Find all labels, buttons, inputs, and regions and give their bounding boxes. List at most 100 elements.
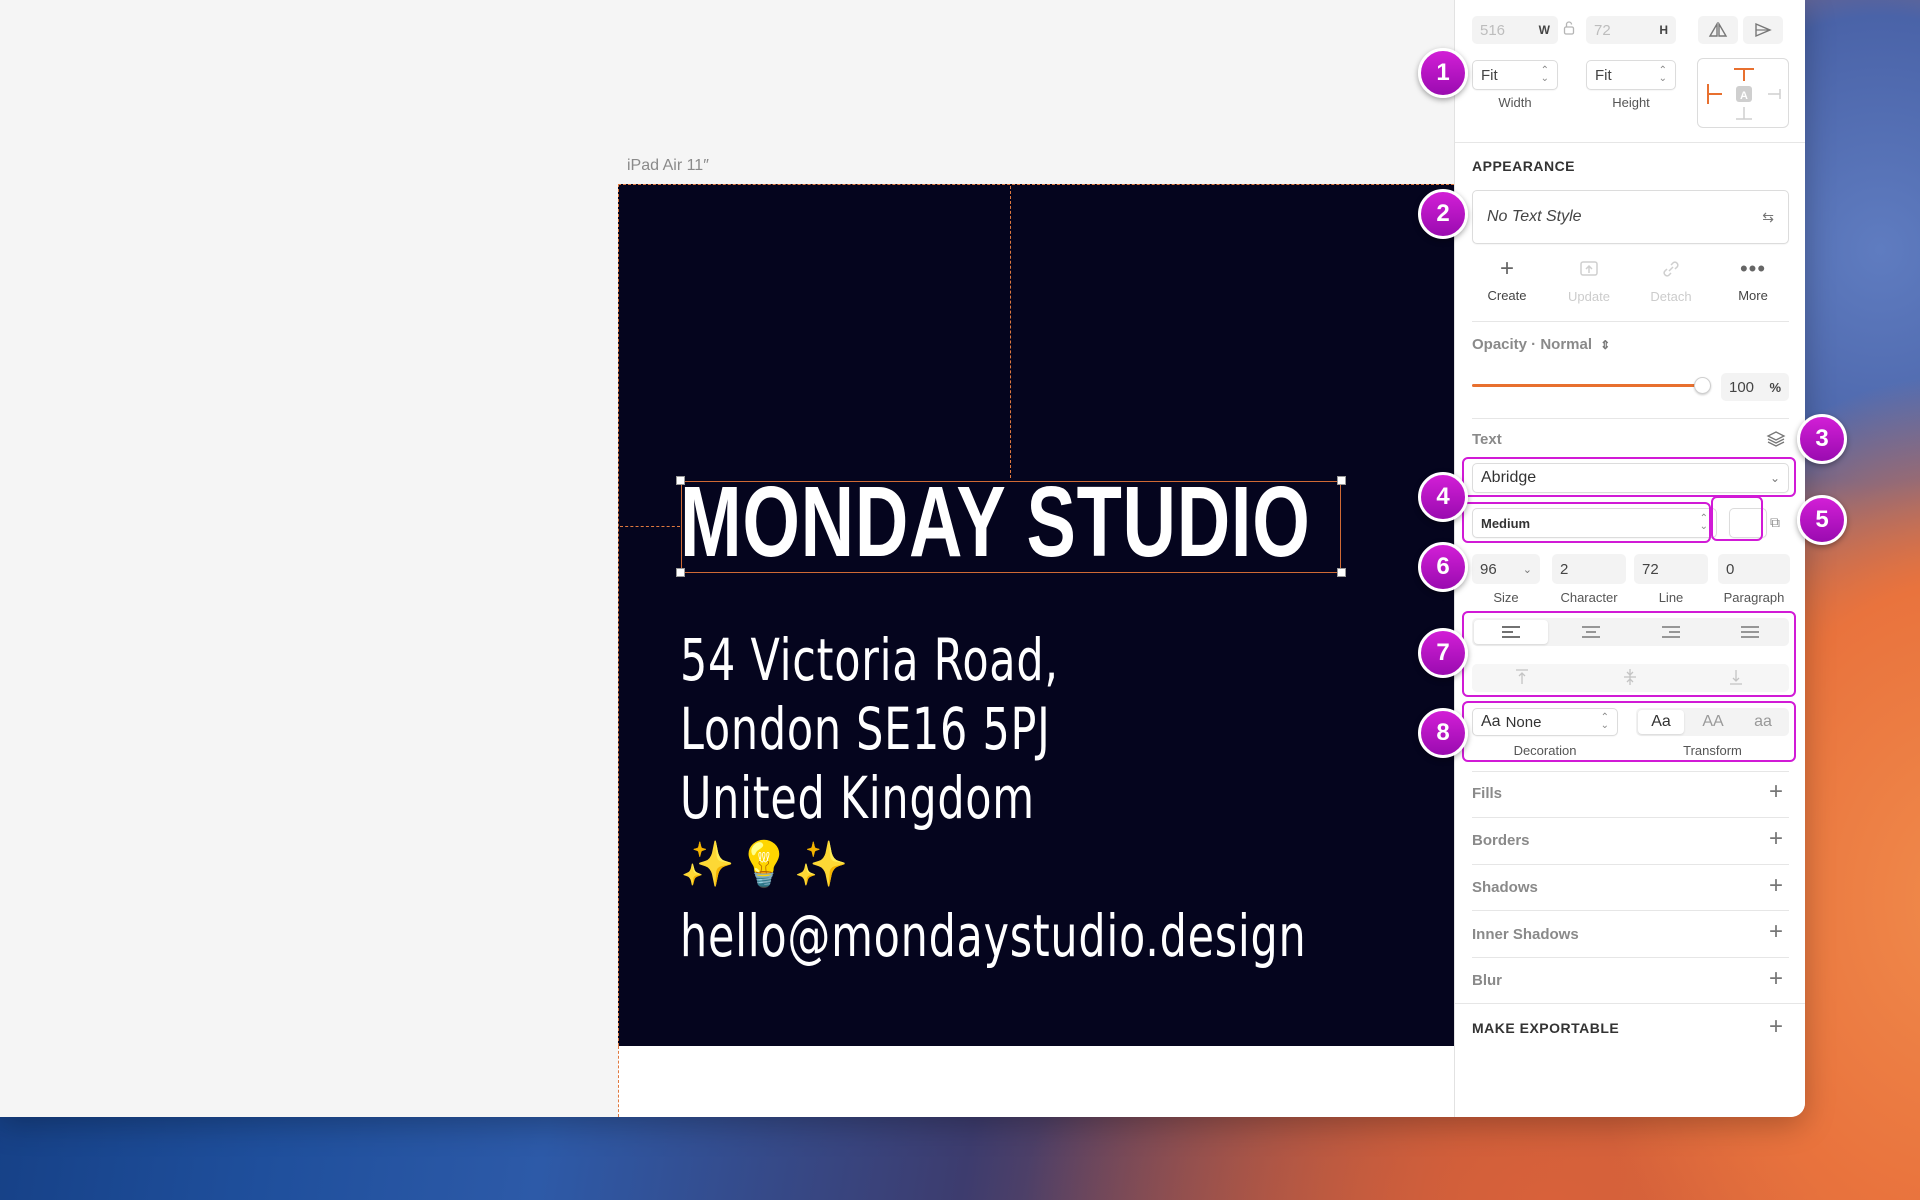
emoji-line[interactable]: ✨💡✨ <box>680 838 850 890</box>
flip-horizontal-icon <box>1708 22 1728 37</box>
resize-handle-top-left[interactable] <box>676 476 685 485</box>
width-resize-select[interactable]: Fit ⌃ ⌄ <box>1472 60 1558 90</box>
create-style-button[interactable]: + Create <box>1472 255 1542 306</box>
width-resize-value: Fit <box>1481 66 1498 84</box>
annotation-badge-1: 1 <box>1418 48 1468 98</box>
annotation-badge-2: 2 <box>1418 189 1468 239</box>
vertical-guide <box>1010 186 1011 478</box>
shadows-title[interactable]: Shadows <box>1472 879 1538 896</box>
flip-horizontal-button[interactable] <box>1698 16 1738 44</box>
add-shadow-icon[interactable]: + <box>1769 874 1783 898</box>
height-resize-value: Fit <box>1595 66 1612 84</box>
character-spacing-value: 2 <box>1560 560 1569 578</box>
add-export-icon[interactable]: + <box>1769 1015 1783 1039</box>
artboard-label[interactable]: iPad Air 11″ <box>627 157 709 175</box>
blur-title[interactable]: Blur <box>1472 972 1502 989</box>
divider <box>1472 864 1789 865</box>
width-label: W <box>1538 23 1550 37</box>
height-resize-select[interactable]: Fit ⌃ ⌄ <box>1586 60 1676 90</box>
flip-vertical-icon <box>1755 22 1772 38</box>
opacity-input[interactable]: 100 % <box>1721 373 1789 401</box>
text-style-select[interactable]: No Text Style ⇆ <box>1472 190 1789 244</box>
artboard-lower-area <box>618 1046 1454 1117</box>
plus-icon: + <box>1499 255 1514 282</box>
highlight-alignment <box>1462 611 1796 697</box>
address-line-1[interactable]: 54 Victoria Road, <box>680 626 1059 694</box>
stepper-icon: ⌃ ⌄ <box>1658 65 1667 84</box>
more-style-button[interactable]: ••• More <box>1718 258 1788 306</box>
inspector-panel: 516 W 72 H Fit ⌃⌄ Width Fit ⌃⌄ Height <box>1454 0 1805 1117</box>
opacity-value: 100 <box>1729 378 1755 396</box>
text-section-title: Text <box>1472 431 1502 448</box>
detach-link-icon <box>1663 261 1679 277</box>
width-value: 516 <box>1480 21 1506 39</box>
highlight-font-weight <box>1462 502 1711 543</box>
character-caption: Character <box>1560 590 1618 605</box>
width-field[interactable]: 516 W <box>1472 16 1558 44</box>
divider <box>1472 910 1789 911</box>
height-caption: Height <box>1612 95 1650 110</box>
divider <box>1455 1003 1805 1004</box>
resize-handle-top-right[interactable] <box>1337 476 1346 485</box>
opacity-label: Opacity · Normal <box>1472 336 1593 353</box>
divider <box>1472 817 1789 818</box>
color-link-icon[interactable]: ⧉ <box>1770 514 1780 531</box>
inner-shadows-title[interactable]: Inner Shadows <box>1472 926 1579 943</box>
fills-title[interactable]: Fills <box>1472 785 1502 802</box>
line-height-input[interactable]: 72 <box>1634 554 1708 584</box>
address-line-2[interactable]: London SE16 5PJ <box>680 695 1051 763</box>
design-canvas[interactable]: iPad Air 11″ MONDAY STUDIO 54 Victoria R… <box>0 0 1454 1117</box>
detach-label: Detach <box>1650 289 1692 304</box>
divider <box>1472 418 1789 419</box>
resize-handle-bottom-left[interactable] <box>676 568 685 577</box>
chevron-down-icon: ⌄ <box>1522 563 1532 576</box>
opacity-slider-knob[interactable] <box>1694 377 1711 394</box>
selection-box <box>681 481 1341 573</box>
resize-handle-bottom-right[interactable] <box>1337 568 1346 577</box>
add-fill-icon[interactable]: + <box>1769 780 1783 804</box>
pin-constraints-widget[interactable]: A <box>1697 58 1789 128</box>
svg-text:A: A <box>1740 90 1748 102</box>
add-blur-icon[interactable]: + <box>1769 967 1783 991</box>
update-style-button[interactable]: Update <box>1554 258 1624 306</box>
add-border-icon[interactable]: + <box>1769 827 1783 851</box>
flip-vertical-button[interactable] <box>1743 16 1783 44</box>
divider <box>1472 771 1789 772</box>
annotation-badge-5: 5 <box>1797 495 1847 545</box>
stepper-icon: ⇕ <box>1600 338 1611 352</box>
make-exportable-title[interactable]: MAKE EXPORTABLE <box>1472 1020 1619 1036</box>
text-style-value: No Text Style <box>1487 208 1582 225</box>
annotation-badge-8: 8 <box>1418 708 1468 758</box>
borders-title[interactable]: Borders <box>1472 832 1530 849</box>
width-caption: Width <box>1498 95 1532 110</box>
height-value: 72 <box>1594 21 1611 39</box>
opacity-slider[interactable] <box>1472 376 1711 396</box>
swap-icon: ⇆ <box>1762 208 1774 225</box>
annotation-badge-6: 6 <box>1418 542 1468 592</box>
highlight-text-color <box>1711 496 1763 541</box>
blend-mode-select[interactable]: Opacity · Normal ⇕ <box>1472 336 1610 353</box>
lock-icon[interactable] <box>1563 20 1575 38</box>
paragraph-spacing-value: 0 <box>1726 560 1735 578</box>
paragraph-spacing-input[interactable]: 0 <box>1718 554 1790 584</box>
font-size-select[interactable]: 96 ⌄ <box>1472 554 1540 584</box>
annotation-badge-4: 4 <box>1418 472 1468 522</box>
create-label: Create <box>1487 288 1527 303</box>
character-spacing-input[interactable]: 2 <box>1552 554 1626 584</box>
detach-style-button[interactable]: Detach <box>1636 258 1706 306</box>
highlight-font-family <box>1462 457 1796 497</box>
address-line-3[interactable]: United Kingdom <box>680 764 1035 832</box>
divider <box>1472 321 1789 322</box>
line-height-value: 72 <box>1642 560 1659 578</box>
add-inner-shadow-icon[interactable]: + <box>1769 920 1783 944</box>
annotation-badge-7: 7 <box>1418 628 1468 678</box>
email-text[interactable]: hello@mondaystudio.design <box>680 902 1306 970</box>
divider <box>1472 957 1789 958</box>
opacity-unit: % <box>1769 379 1781 395</box>
pin-constraints-icon: A <box>1707 68 1781 120</box>
height-label: H <box>1659 23 1668 37</box>
paragraph-caption: Paragraph <box>1723 590 1785 605</box>
opacity-slider-fill <box>1472 384 1703 387</box>
text-layers-icon[interactable] <box>1766 429 1786 454</box>
height-field[interactable]: 72 H <box>1586 16 1676 44</box>
